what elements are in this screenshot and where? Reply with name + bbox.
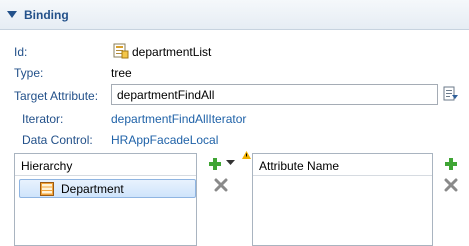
binding-icon (113, 43, 129, 59)
chevron-down-icon[interactable] (7, 11, 17, 19)
tree-item-department[interactable]: Department (19, 179, 196, 198)
id-value: departmentList (132, 45, 212, 59)
attribute-list[interactable]: Attribute Name (252, 153, 433, 246)
iterator-label: Iterator: (22, 112, 64, 126)
table-icon (40, 182, 54, 196)
tree-item-label: Department (61, 182, 124, 196)
add-icon[interactable] (208, 157, 222, 171)
id-label: Id: (14, 45, 28, 59)
binding-section-header[interactable]: Binding (0, 0, 469, 30)
browse-icon[interactable] (443, 86, 459, 102)
type-value: tree (111, 66, 132, 80)
section-title: Binding (24, 8, 69, 22)
attribute-name-header: Attribute Name (253, 154, 432, 176)
data-control-label: Data Control: (22, 133, 93, 147)
add-attribute-icon[interactable] (444, 157, 458, 171)
target-attribute-input[interactable] (111, 84, 438, 105)
hierarchy-header: Hierarchy (15, 154, 196, 176)
type-label: Type: (14, 66, 44, 80)
remove-attribute-icon[interactable] (444, 178, 458, 192)
data-control-link[interactable]: HRAppFacadeLocal (111, 133, 218, 147)
warning-icon (242, 151, 251, 159)
delete-icon[interactable] (214, 178, 228, 192)
target-attribute-label: Target Attribute: (14, 89, 99, 103)
hierarchy-tree[interactable]: Hierarchy Department (14, 153, 197, 246)
iterator-link[interactable]: departmentFindAllIterator (111, 112, 246, 126)
dropdown-arrow-icon[interactable] (226, 159, 235, 167)
